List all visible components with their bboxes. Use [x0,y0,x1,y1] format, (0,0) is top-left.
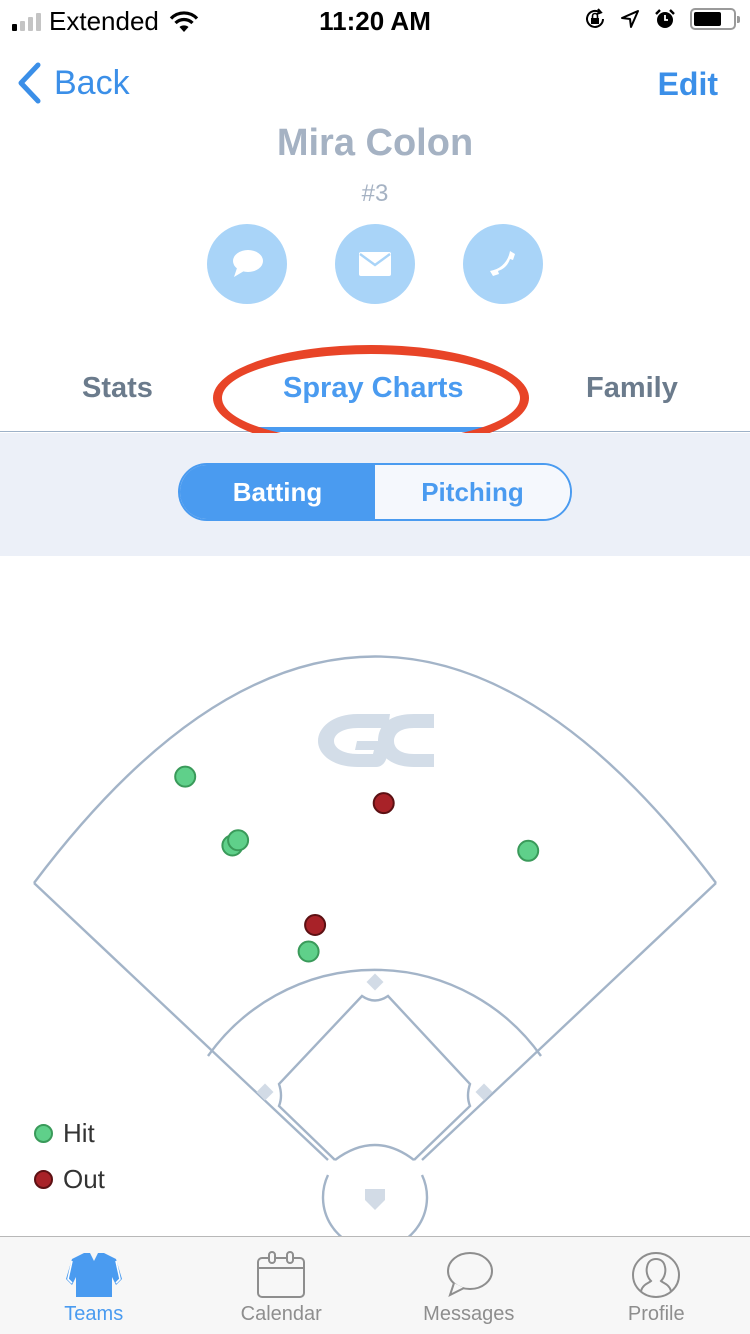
tab-teams[interactable]: Teams [0,1237,188,1334]
tab-profile[interactable]: Profile [563,1237,750,1334]
right-foul-line [421,882,717,1161]
out-dot-icon [34,1169,53,1189]
spray-point-hit [517,839,540,862]
tab-teams-label: Teams [64,1303,124,1325]
bases [256,973,493,1210]
tab-calendar[interactable]: Calendar [188,1237,376,1334]
tab-calendar-label: Calendar [240,1303,322,1325]
tab-messages[interactable]: Messages [375,1237,563,1334]
home-circle-top [334,1143,415,1161]
spray-point-out [372,792,395,815]
spray-chart-svg [33,655,717,1236]
home-plate [365,1189,385,1210]
chart-legend: Hit Out [34,1110,105,1202]
spray-points [174,765,540,963]
spray-point-hit [227,829,250,852]
legend-hit-label: Hit [63,1117,95,1148]
gc-watermark [318,714,434,767]
tab-messages-label: Messages [423,1303,515,1325]
spray-chart [0,556,750,1236]
outfield-fence [33,655,717,884]
hit-dot-icon [34,1123,53,1143]
calendar-icon [257,1251,306,1298]
third-base [256,1083,274,1101]
spray-point-hit [174,765,197,788]
spray-point-hit [297,940,320,963]
jersey-icon [65,1253,122,1297]
bottom-tab-bar: Teams Calendar Messages Profile [0,1236,750,1334]
speech-bubble-icon [446,1252,493,1297]
legend-out: Out [34,1156,105,1202]
spray-point-out [304,914,327,936]
profile-icon [632,1252,681,1298]
infield-diamond [277,994,472,1161]
legend-hit: Hit [34,1110,105,1156]
legend-out-label: Out [63,1163,105,1194]
first-base [475,1083,493,1101]
tab-profile-label: Profile [627,1303,685,1325]
second-base [366,973,384,991]
